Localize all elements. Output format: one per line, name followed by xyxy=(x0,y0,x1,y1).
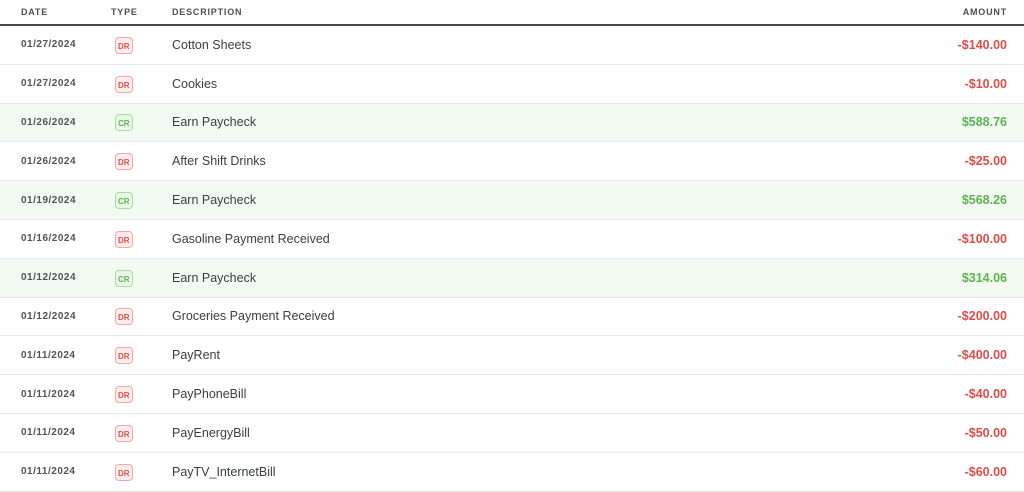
row-date: 01/27/2024 xyxy=(21,39,77,51)
row-amount: -$400.00 xyxy=(957,348,1007,363)
column-header-amount[interactable]: AMOUNT xyxy=(807,7,1024,17)
row-description: Gasoline Payment Received xyxy=(172,231,330,246)
type-badge: DR xyxy=(115,424,133,442)
type-badge: DR xyxy=(115,230,133,248)
row-description: Cotton Sheets xyxy=(172,37,252,52)
row-description: After Shift Drinks xyxy=(172,154,266,169)
row-amount: -$200.00 xyxy=(957,309,1007,324)
row-description: Cookies xyxy=(172,76,218,91)
row-amount: $568.26 xyxy=(961,193,1007,208)
column-header-type[interactable]: TYPE xyxy=(111,7,172,17)
table-row[interactable]: 01/11/2024 DR PayTV_InternetBill -$60.00 xyxy=(0,452,1024,492)
type-badge: DR xyxy=(115,308,133,326)
row-date: 01/12/2024 xyxy=(21,272,77,284)
row-date: 01/26/2024 xyxy=(21,116,77,128)
type-badge: DR xyxy=(115,153,133,171)
type-badge: DR xyxy=(115,75,133,93)
row-date: 01/11/2024 xyxy=(21,349,76,361)
table-row[interactable]: 01/19/2024 CR Earn Paycheck $568.26 xyxy=(0,181,1024,220)
table-row[interactable]: 01/12/2024 DR Groceries Payment Received… xyxy=(0,297,1024,337)
type-badge: CR xyxy=(115,192,133,210)
row-amount: -$60.00 xyxy=(964,464,1007,479)
row-description: PayEnergyBill xyxy=(172,425,250,440)
row-description: PayRent xyxy=(172,348,220,363)
row-description: PayTV_InternetBill xyxy=(172,464,276,479)
table-row[interactable]: 01/27/2024 DR Cookies -$10.00 xyxy=(0,64,1024,104)
table-row[interactable]: 01/26/2024 CR Earn Paycheck $588.76 xyxy=(0,103,1024,143)
row-amount: -$50.00 xyxy=(964,425,1007,440)
type-badge: DR xyxy=(115,386,133,404)
row-amount: -$140.00 xyxy=(957,37,1007,52)
row-date: 01/11/2024 xyxy=(21,466,76,478)
row-date: 01/26/2024 xyxy=(21,155,77,167)
type-badge: DR xyxy=(115,36,133,54)
type-badge: CR xyxy=(115,114,133,132)
row-date: 01/11/2024 xyxy=(21,388,76,400)
type-badge: CR xyxy=(115,269,133,287)
type-badge: DR xyxy=(115,347,133,365)
row-amount: $588.76 xyxy=(961,115,1007,130)
row-description: PayPhoneBill xyxy=(172,387,247,402)
table-row[interactable]: 01/12/2024 CR Earn Paycheck $314.06 xyxy=(0,258,1024,298)
table-row[interactable]: 01/16/2024 DR Gasoline Payment Received … xyxy=(0,219,1024,259)
row-description: Earn Paycheck xyxy=(172,270,257,285)
transactions-table: DATE TYPE DESCRIPTION AMOUNT 01/27/2024 … xyxy=(0,0,1024,492)
type-badge: DR xyxy=(115,463,133,481)
row-description: Earn Paycheck xyxy=(172,115,257,130)
row-amount: $314.06 xyxy=(961,270,1007,285)
row-date: 01/12/2024 xyxy=(21,310,77,322)
column-header-date[interactable]: DATE xyxy=(0,7,111,17)
row-description: Earn Paycheck xyxy=(172,193,257,208)
row-date: 01/19/2024 xyxy=(21,194,77,206)
row-amount: -$40.00 xyxy=(964,387,1007,402)
row-description: Groceries Payment Received xyxy=(172,309,335,324)
row-amount: -$100.00 xyxy=(957,231,1007,246)
table-header: DATE TYPE DESCRIPTION AMOUNT xyxy=(0,0,1024,26)
table-row[interactable]: 01/26/2024 DR After Shift Drinks -$25.00 xyxy=(0,142,1024,182)
table-row[interactable]: 01/11/2024 DR PayRent -$400.00 xyxy=(0,336,1024,376)
row-date: 01/11/2024 xyxy=(21,427,76,439)
column-header-description[interactable]: DESCRIPTION xyxy=(172,7,807,17)
row-date: 01/16/2024 xyxy=(21,233,77,245)
row-amount: -$25.00 xyxy=(964,154,1007,169)
table-row[interactable]: 01/11/2024 DR PayPhoneBill -$40.00 xyxy=(0,375,1024,414)
table-row[interactable]: 01/11/2024 DR PayEnergyBill -$50.00 xyxy=(0,413,1024,453)
row-date: 01/27/2024 xyxy=(21,78,77,90)
table-row[interactable]: 01/27/2024 DR Cotton Sheets -$140.00 xyxy=(0,26,1024,65)
row-amount: -$10.00 xyxy=(964,76,1007,91)
